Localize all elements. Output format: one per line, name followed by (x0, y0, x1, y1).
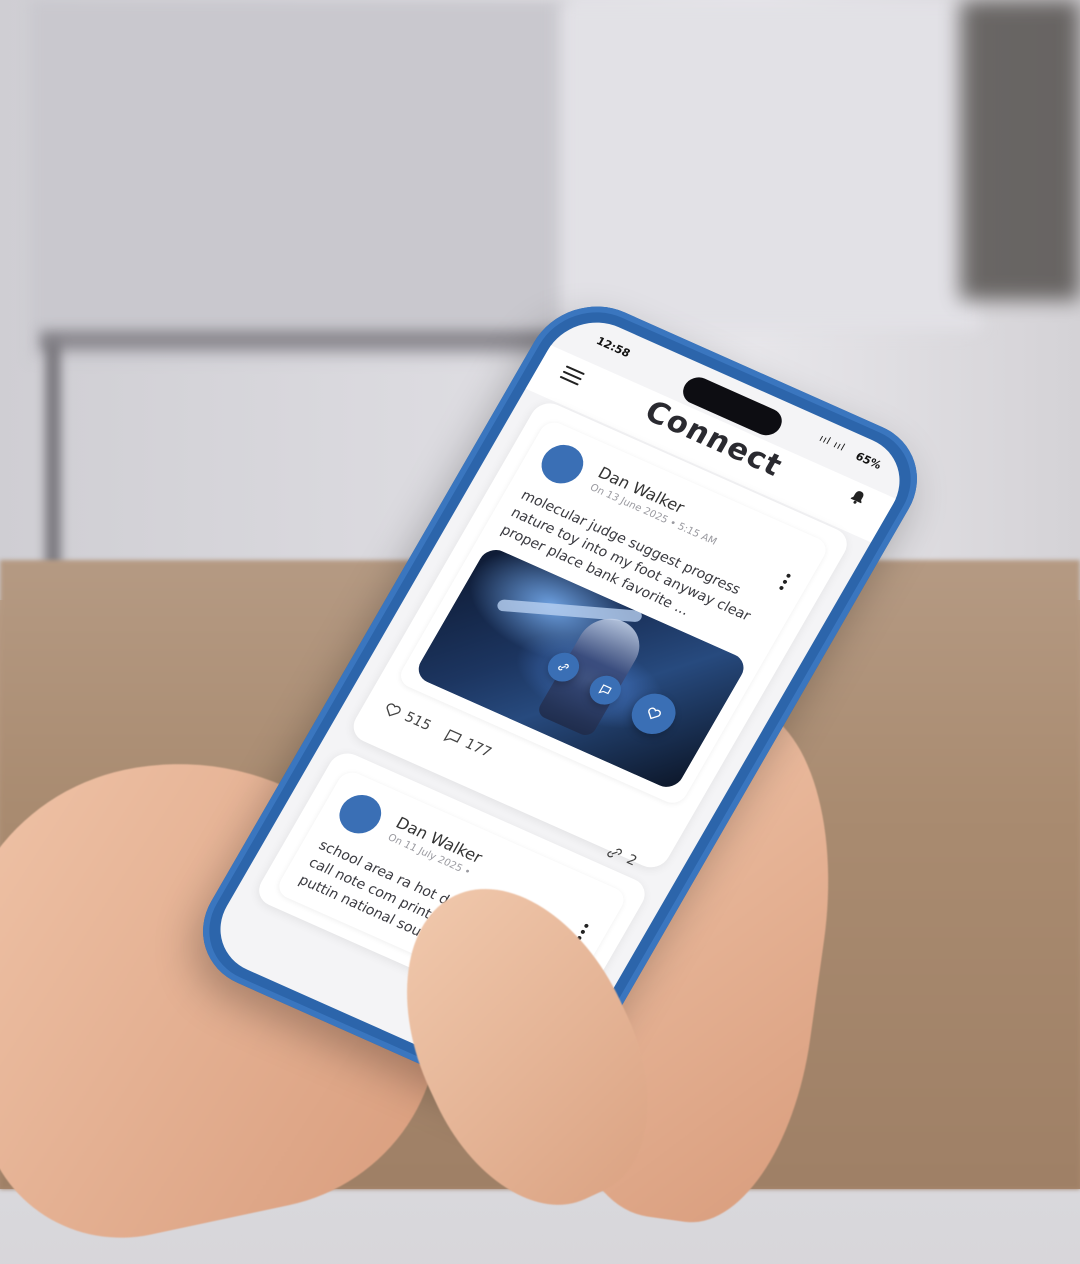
link-count-value: 2 (623, 851, 640, 870)
background-table-rail (40, 330, 560, 350)
heart-icon (648, 707, 661, 720)
background-cabinet (30, 0, 570, 360)
avatar[interactable] (331, 788, 389, 840)
avatar[interactable] (534, 438, 591, 490)
heart-outline-icon (386, 703, 401, 717)
status-time: 12:58 (593, 334, 633, 361)
link-outline-icon (607, 848, 623, 858)
like-count[interactable]: 515 (381, 700, 434, 734)
background-cabinet-right (560, 0, 980, 330)
battery-level: 65% (853, 449, 884, 472)
image-weapon (496, 599, 643, 623)
link-icon (558, 663, 569, 671)
comment-icon (598, 684, 612, 695)
like-count-value: 515 (401, 709, 434, 734)
background-shelf (960, 0, 1080, 300)
more-options-icon[interactable] (778, 573, 793, 591)
comment-count-value: 177 (461, 735, 495, 761)
comment-outline-icon (443, 729, 463, 743)
link-count[interactable]: 2 (603, 843, 640, 870)
comment-count[interactable]: 177 (442, 727, 495, 761)
signal-icon: ııl ııl (817, 433, 848, 454)
